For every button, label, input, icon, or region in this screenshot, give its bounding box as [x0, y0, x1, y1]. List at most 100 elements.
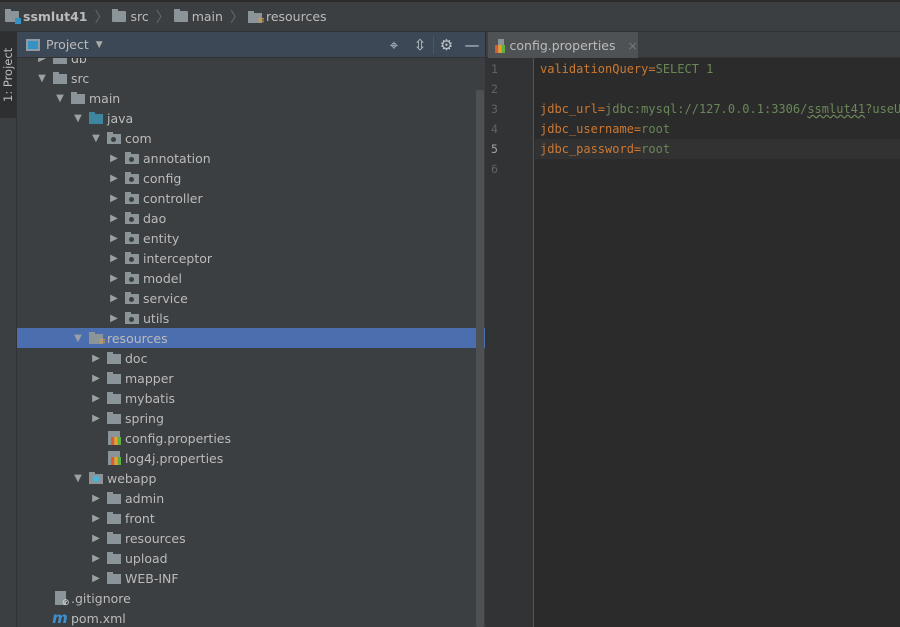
close-icon[interactable]: ×	[628, 38, 638, 53]
chevron-right-icon[interactable]: ▶	[90, 393, 102, 404]
tree-scrollbar[interactable]	[476, 90, 484, 627]
chevron-right-icon[interactable]: ▶	[90, 573, 102, 584]
project-view-selector[interactable]: Project	[46, 37, 89, 52]
package-icon	[106, 131, 122, 145]
tab-config-properties[interactable]: config.properties ×	[488, 32, 638, 59]
folder-icon	[106, 411, 122, 425]
chevron-down-icon[interactable]: ▼	[72, 333, 84, 344]
chevron-right-icon[interactable]: ▶	[108, 253, 120, 264]
breadcrumb-item[interactable]: src 〉	[112, 7, 170, 27]
chevron-down-icon[interactable]: ▼	[72, 113, 84, 124]
code-editor[interactable]: 123456 validationQuery=SELECT 1 jdbc_url=…	[485, 58, 900, 627]
gear-icon[interactable]: ⚙	[433, 36, 459, 54]
tree-item-config[interactable]: ▶ config	[17, 168, 476, 188]
chevron-right-icon[interactable]: ▶	[108, 273, 120, 284]
chevron-down-icon[interactable]: ▼	[96, 40, 103, 50]
tree-item-label: utils	[143, 310, 170, 326]
tree-item-mybatis[interactable]: ▶ mybatis	[17, 388, 476, 408]
chevron-down-icon[interactable]: ▼	[90, 133, 102, 144]
package-icon	[124, 271, 140, 285]
tree-item-upload[interactable]: ▶ upload	[17, 548, 476, 568]
property-key: validationQuery	[540, 62, 649, 76]
tree-item-label: spring	[125, 410, 164, 426]
project-tool-tab[interactable]: 1: Project	[0, 32, 17, 118]
project-tool-tab-label: 1: Project	[1, 47, 15, 102]
property-value: root	[641, 122, 671, 136]
chevron-down-icon[interactable]: ▼	[54, 93, 66, 104]
tab-label: config.properties	[509, 38, 616, 53]
tree-item-config-properties[interactable]: config.properties	[17, 428, 476, 448]
tree-item--gitignore[interactable]: .gitignore	[17, 588, 476, 608]
chevron-right-icon[interactable]: ▶	[108, 293, 120, 304]
package-icon	[124, 251, 140, 265]
tree-item-java[interactable]: ▼ java	[17, 108, 476, 128]
tree-item-spring[interactable]: ▶ spring	[17, 408, 476, 428]
breadcrumb-label: resources	[265, 9, 327, 24]
tree-item-main[interactable]: ▼ main	[17, 88, 476, 108]
tree-item-entity[interactable]: ▶ entity	[17, 228, 476, 248]
tree-item-interceptor[interactable]: ▶ interceptor	[17, 248, 476, 268]
code-line: jdbc_username=root	[540, 122, 670, 136]
package-icon	[124, 191, 140, 205]
property-key: jdbc_username	[540, 122, 634, 136]
tree-item-dao[interactable]: ▶ dao	[17, 208, 476, 228]
tree-item-doc[interactable]: ▶ doc	[17, 348, 476, 368]
chevron-right-icon[interactable]: ▶	[108, 153, 120, 164]
chevron-right-icon[interactable]: ▶	[108, 313, 120, 324]
tree-item-service[interactable]: ▶ service	[17, 288, 476, 308]
tree-item-web-inf[interactable]: ▶ WEB-INF	[17, 568, 476, 588]
tree-item-mapper[interactable]: ▶ mapper	[17, 368, 476, 388]
tree-item-resources[interactable]: ▶ resources	[17, 528, 476, 548]
breadcrumb-item[interactable]: ssmlut41 〉	[5, 7, 108, 27]
package-icon	[124, 211, 140, 225]
tree-item-com[interactable]: ▼ com	[17, 128, 476, 148]
tree-item-utils[interactable]: ▶ utils	[17, 308, 476, 328]
web-icon	[88, 471, 104, 485]
locate-icon[interactable]: ⌖	[381, 36, 407, 54]
breadcrumb: ssmlut41 〉 src 〉 main 〉 resources	[0, 2, 900, 32]
line-number: 3	[491, 102, 498, 116]
tree-item-src[interactable]: ▼ src	[17, 68, 476, 88]
chevron-right-icon[interactable]: ▶	[36, 58, 48, 64]
breadcrumb-separator-icon: 〉	[229, 9, 244, 26]
tree-item-annotation[interactable]: ▶ annotation	[17, 148, 476, 168]
chevron-right-icon[interactable]: ▶	[108, 213, 120, 224]
tree-item-admin[interactable]: ▶ admin	[17, 488, 476, 508]
tree-item-label: model	[143, 270, 182, 286]
tree-item-pom-xml[interactable]: m pom.xml	[17, 608, 476, 627]
resources-folder-icon	[247, 10, 265, 26]
chevron-right-icon[interactable]: ▶	[90, 533, 102, 544]
chevron-right-icon[interactable]: ▶	[90, 373, 102, 384]
chevron-down-icon[interactable]: ▼	[36, 73, 48, 84]
chevron-right-icon[interactable]: ▶	[90, 513, 102, 524]
line-number: 5	[491, 142, 498, 156]
collapse-all-icon[interactable]: ⇳	[407, 36, 433, 54]
breadcrumb-item[interactable]: main 〉	[173, 7, 244, 27]
tree-item-db[interactable]: ▶ db	[17, 58, 476, 68]
tree-item-resources[interactable]: ▼ resources	[17, 328, 485, 348]
folder-icon	[173, 9, 188, 22]
minimize-icon[interactable]: —	[459, 36, 485, 54]
chevron-right-icon[interactable]: ▶	[90, 553, 102, 564]
tree-item-log4j-properties[interactable]: log4j.properties	[17, 448, 476, 468]
chevron-right-icon[interactable]: ▶	[108, 173, 120, 184]
breadcrumb-item[interactable]: resources	[247, 9, 327, 26]
chevron-right-icon[interactable]: ▶	[90, 353, 102, 364]
line-number: 2	[491, 82, 498, 96]
tree-item-controller[interactable]: ▶ controller	[17, 188, 476, 208]
chevron-right-icon[interactable]: ▶	[108, 233, 120, 244]
gitignore-icon	[52, 591, 70, 608]
breadcrumb-separator-icon: 〉	[155, 9, 170, 26]
chevron-right-icon[interactable]: ▶	[90, 413, 102, 424]
property-value: SELECT 1	[655, 62, 714, 76]
tree-item-webapp[interactable]: ▼ webapp	[17, 468, 476, 488]
chevron-right-icon[interactable]: ▶	[90, 493, 102, 504]
property-value: jdbc:mysql://127.0.0.1:3306/	[605, 102, 808, 116]
chevron-down-icon[interactable]: ▼	[72, 473, 84, 484]
tree-item-label: mapper	[125, 370, 174, 386]
tree-item-front[interactable]: ▶ front	[17, 508, 476, 528]
project-panel-header: Project ▼ ⌖ ⇳ ⚙ —	[17, 32, 485, 58]
chevron-right-icon[interactable]: ▶	[108, 193, 120, 204]
tree-item-model[interactable]: ▶ model	[17, 268, 476, 288]
tree-item-label: config.properties	[125, 430, 232, 446]
